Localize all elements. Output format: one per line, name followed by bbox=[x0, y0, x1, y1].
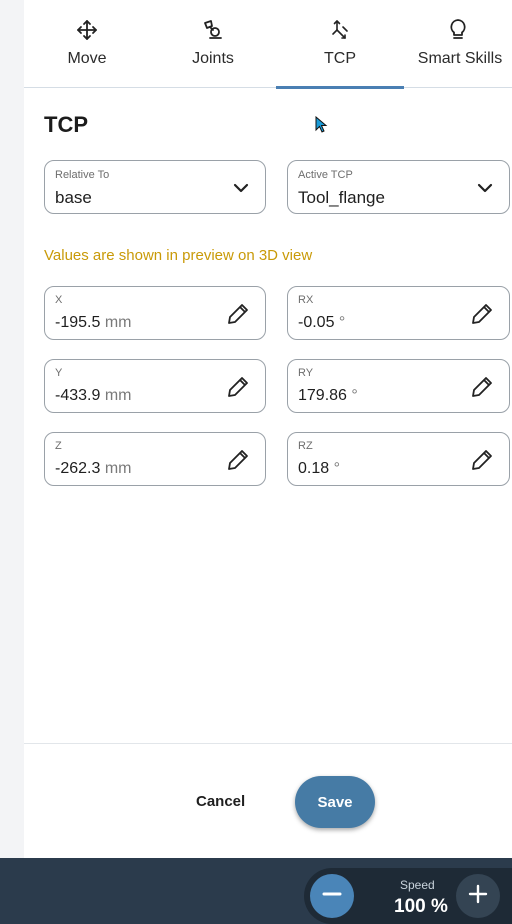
ry-value-line: 179.86 ° bbox=[298, 387, 358, 405]
x-caption: X bbox=[55, 294, 63, 306]
x-field: X -195.5 mm bbox=[44, 286, 266, 340]
rz-value-line: 0.18 ° bbox=[298, 460, 340, 478]
active-tcp-value: Tool_flange bbox=[298, 188, 385, 207]
z-value: -262.3 bbox=[55, 460, 101, 477]
tab-smart-skills-label: Smart Skills bbox=[417, 50, 503, 67]
relative-to-value: base bbox=[55, 188, 92, 207]
cancel-button[interactable]: Cancel bbox=[196, 793, 245, 810]
tab-bar: Move Joints TCP Smart Skills bbox=[24, 0, 512, 89]
tcp-panel: Move Joints TCP Smart Skills TCP Relativ… bbox=[24, 0, 512, 858]
bottom-bar: Speed 100 % bbox=[0, 858, 512, 924]
y-field: Y -433.9 mm bbox=[44, 359, 266, 413]
x-unit: mm bbox=[104, 314, 132, 331]
active-tcp-caption: Active TCP bbox=[298, 169, 353, 181]
y-unit: mm bbox=[104, 387, 132, 404]
robot-joint-icon bbox=[201, 16, 225, 44]
rx-field: RX -0.05 ° bbox=[287, 286, 510, 340]
pencil-icon[interactable] bbox=[469, 301, 495, 332]
y-value-line: -433.9 mm bbox=[55, 387, 131, 405]
tcp-axes-icon bbox=[329, 16, 351, 44]
ry-field: RY 179.86 ° bbox=[287, 359, 510, 413]
rz-caption: RZ bbox=[298, 440, 313, 452]
x-value: -195.5 bbox=[55, 314, 101, 331]
pencil-icon[interactable] bbox=[469, 447, 495, 478]
tab-smart-skills[interactable]: Smart Skills bbox=[404, 0, 512, 88]
footer-divider bbox=[24, 743, 512, 744]
z-field: Z -262.3 mm bbox=[44, 432, 266, 486]
ry-value: 179.86 bbox=[298, 387, 347, 404]
preview-notice: Values are shown in preview on 3D view bbox=[44, 247, 313, 264]
tab-tcp-label: TCP bbox=[324, 50, 356, 67]
rx-caption: RX bbox=[298, 294, 314, 306]
relative-to-select[interactable]: Relative To base bbox=[44, 160, 266, 214]
chevron-down-icon bbox=[233, 181, 249, 199]
y-value: -433.9 bbox=[55, 387, 101, 404]
rz-unit: ° bbox=[333, 460, 340, 477]
speed-decrease-button[interactable] bbox=[310, 874, 354, 918]
page-title: TCP bbox=[44, 112, 88, 137]
active-tcp-select[interactable]: Active TCP Tool_flange bbox=[287, 160, 510, 214]
plus-icon bbox=[467, 883, 489, 910]
save-button[interactable]: Save bbox=[295, 776, 375, 828]
pencil-icon[interactable] bbox=[225, 374, 251, 405]
speed-control: Speed 100 % bbox=[304, 868, 512, 924]
tab-tcp[interactable]: TCP bbox=[276, 0, 404, 89]
y-caption: Y bbox=[55, 367, 63, 379]
tab-joints[interactable]: Joints bbox=[150, 0, 276, 88]
pencil-icon[interactable] bbox=[225, 447, 251, 478]
z-unit: mm bbox=[104, 460, 132, 477]
minus-icon bbox=[321, 883, 343, 910]
tab-joints-label: Joints bbox=[192, 50, 234, 67]
z-caption: Z bbox=[55, 440, 62, 452]
pencil-icon[interactable] bbox=[225, 301, 251, 332]
speed-value: 100 % bbox=[394, 896, 448, 917]
tab-move[interactable]: Move bbox=[24, 0, 150, 88]
pencil-icon[interactable] bbox=[469, 374, 495, 405]
rx-value-line: -0.05 ° bbox=[298, 314, 345, 332]
ry-unit: ° bbox=[351, 387, 358, 404]
z-value-line: -262.3 mm bbox=[55, 460, 131, 478]
mouse-cursor-icon bbox=[315, 115, 329, 139]
speed-increase-button[interactable] bbox=[456, 874, 500, 918]
relative-to-caption: Relative To bbox=[55, 169, 110, 181]
move-arrows-icon bbox=[75, 16, 99, 44]
rx-unit: ° bbox=[338, 314, 346, 331]
rz-field: RZ 0.18 ° bbox=[287, 432, 510, 486]
x-value-line: -195.5 mm bbox=[55, 314, 131, 332]
lightbulb-icon bbox=[447, 16, 469, 44]
tab-move-label: Move bbox=[67, 50, 107, 67]
rz-value: 0.18 bbox=[298, 460, 330, 477]
rx-value: -0.05 bbox=[298, 314, 335, 331]
speed-label: Speed bbox=[400, 878, 435, 892]
left-strip bbox=[0, 0, 24, 858]
ry-caption: RY bbox=[298, 367, 314, 379]
chevron-down-icon bbox=[477, 181, 493, 199]
